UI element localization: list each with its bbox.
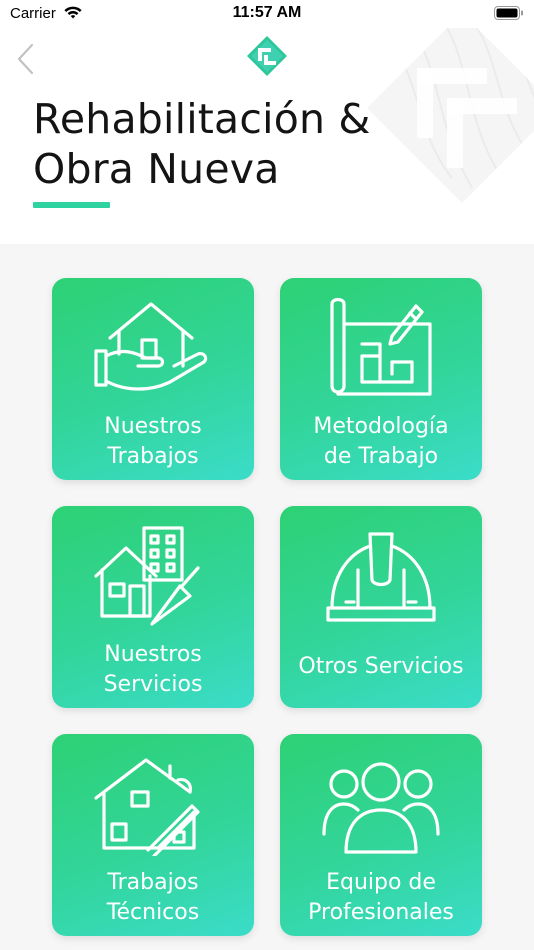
page-title-line-1: Rehabilitación & bbox=[33, 95, 371, 143]
status-bar: Carrier 11:57 AM bbox=[0, 0, 534, 28]
team-icon bbox=[322, 762, 440, 854]
blueprint-icon bbox=[330, 297, 432, 396]
construction-services-icon bbox=[94, 526, 200, 626]
tile-metodologia-de-trabajo[interactable]: Metodología de Trabajo bbox=[280, 278, 482, 480]
tile-label: Equipo de Profesionales bbox=[308, 870, 454, 925]
status-time: 11:57 AM bbox=[232, 4, 302, 21]
tile-label: Trabajos Técnicos bbox=[106, 870, 200, 925]
tile-otros-servicios[interactable]: Otros Servicios bbox=[280, 506, 482, 708]
technical-drawing-icon bbox=[94, 758, 200, 856]
tile-label: Nuestros Servicios bbox=[103, 642, 203, 697]
tile-label: Otros Servicios bbox=[298, 654, 464, 679]
watermark-logo-icon bbox=[367, 28, 534, 203]
tile-nuestros-trabajos[interactable]: Nuestros Trabajos bbox=[52, 278, 254, 480]
battery-icon bbox=[494, 6, 523, 20]
house-in-hand-icon bbox=[94, 302, 208, 391]
page-title: Rehabilitación & Obra Nueva bbox=[33, 94, 371, 194]
header: Rehabilitación & Obra Nueva bbox=[0, 28, 534, 244]
tile-trabajos-tecnicos[interactable]: Trabajos Técnicos bbox=[52, 734, 254, 936]
title-underline bbox=[33, 202, 110, 208]
page-title-line-2: Obra Nueva bbox=[33, 145, 280, 193]
app-logo-icon bbox=[247, 36, 287, 76]
tile-label: Metodología de Trabajo bbox=[313, 414, 449, 469]
tile-label: Nuestros Trabajos bbox=[104, 414, 202, 469]
hard-hat-icon bbox=[326, 532, 436, 622]
back-chevron-icon[interactable] bbox=[14, 42, 38, 76]
tile-equipo-de-profesionales[interactable]: Equipo de Profesionales bbox=[280, 734, 482, 936]
tile-nuestros-servicios[interactable]: Nuestros Servicios bbox=[52, 506, 254, 708]
